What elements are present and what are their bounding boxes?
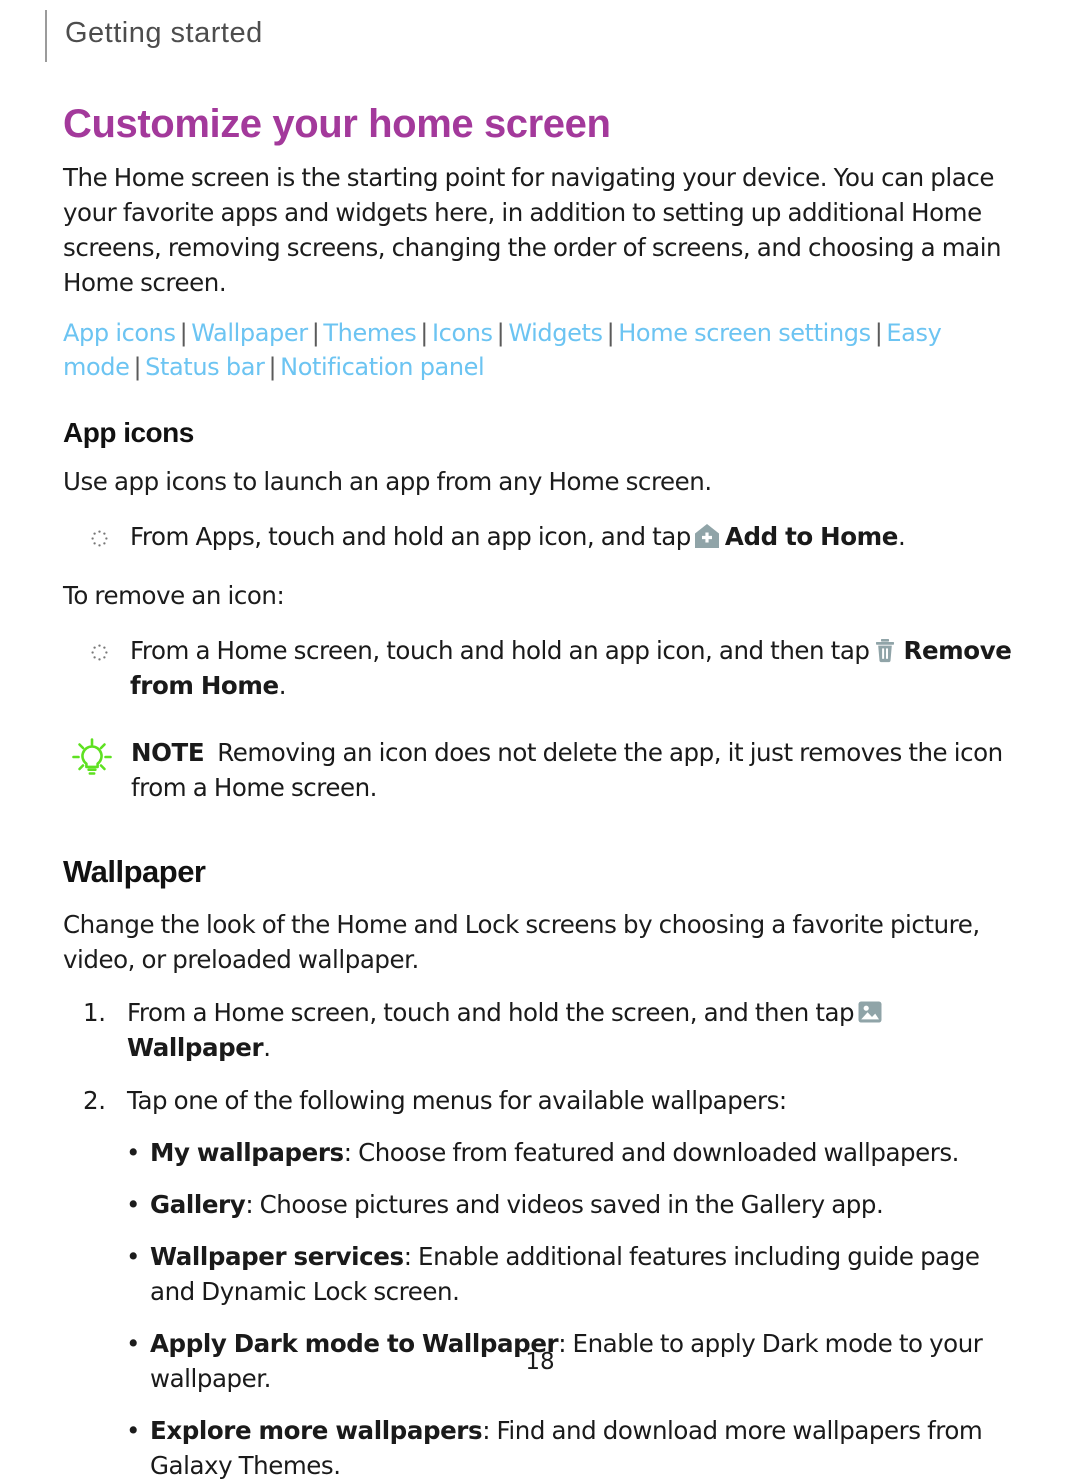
add-to-home-icon: [693, 522, 721, 550]
numbered-list-item-text: From a Home screen, touch and hold the s…: [127, 995, 1018, 1065]
step-add-post-text: .: [898, 522, 906, 551]
link-widgets[interactable]: Widgets: [508, 319, 603, 347]
step-remove-post-text: .: [278, 671, 287, 700]
link-themes[interactable]: Themes: [323, 319, 416, 347]
list-item-text: My wallpapers: Choose from featured and …: [150, 1135, 1018, 1170]
remove-icon-intro: To remove an icon:: [63, 581, 285, 610]
link-app-icons[interactable]: App icons: [63, 319, 176, 347]
dotted-circle-bullet-icon: [91, 644, 108, 661]
option-term: Wallpaper services: [150, 1242, 404, 1271]
wallpaper-step1-bold-text: Wallpaper: [127, 1033, 264, 1062]
dotted-circle-bullet-icon: [91, 530, 108, 547]
list-item: From Apps, touch and hold an app icon, a…: [63, 519, 1018, 554]
page-content: The Home screen is the starting point fo…: [63, 160, 1018, 1483]
list-item: • Wallpaper services: Enable additional …: [63, 1239, 1018, 1309]
option-term: Explore more wallpapers: [150, 1416, 483, 1445]
note-callout: NOTE Removing an icon does not delete th…: [63, 735, 1018, 805]
remove-from-home-trash-icon: [871, 636, 899, 664]
option-description: : Choose pictures and videos saved in th…: [245, 1190, 884, 1219]
link-home-screen-settings[interactable]: Home screen settings: [618, 319, 871, 347]
link-separator: |: [311, 319, 320, 347]
section-heading-wallpaper: Wallpaper: [63, 854, 206, 889]
header-accent-rule: [45, 10, 47, 62]
page-number: 18: [525, 1349, 555, 1375]
list-item-text: Gallery: Choose pictures and videos save…: [150, 1187, 1018, 1222]
bullet-icon: •: [126, 1190, 141, 1219]
running-header: Getting started: [45, 10, 263, 62]
link-notification-panel[interactable]: Notification panel: [280, 353, 485, 381]
list-item: • Explore more wallpapers: Find and down…: [63, 1413, 1018, 1483]
list-item: • Gallery: Choose pictures and videos sa…: [63, 1187, 1018, 1222]
running-header-title: Getting started: [65, 17, 263, 49]
link-separator: |: [179, 319, 188, 347]
numbered-list-item: 2. Tap one of the following menus for av…: [63, 1083, 1018, 1118]
link-wallpaper[interactable]: Wallpaper: [191, 319, 308, 347]
step-remove-pre-text: From a Home screen, touch and hold an ap…: [130, 636, 870, 665]
list-item-text: From Apps, touch and hold an app icon, a…: [130, 519, 1018, 554]
wallpaper-picture-icon: [856, 998, 884, 1026]
list-item-text: Wallpaper services: Enable additional fe…: [150, 1239, 1018, 1309]
option-description: : Choose from featured and downloaded wa…: [343, 1138, 960, 1167]
link-separator: |: [133, 353, 142, 381]
option-term: My wallpapers: [150, 1138, 344, 1167]
note-text: NOTE Removing an icon does not delete th…: [131, 735, 1018, 805]
list-item: From a Home screen, touch and hold an ap…: [63, 633, 1018, 703]
link-separator: |: [874, 319, 883, 347]
numbered-list-item-text: Tap one of the following menus for avail…: [127, 1086, 787, 1115]
link-separator: |: [606, 319, 615, 347]
app-icons-intro: Use app icons to launch an app from any …: [63, 467, 712, 496]
lightbulb-icon: [71, 737, 113, 779]
link-icons[interactable]: Icons: [432, 319, 493, 347]
note-body-text: Removing an icon does not delete the app…: [131, 738, 1003, 802]
numbered-list-item: 1. From a Home screen, touch and hold th…: [63, 995, 1018, 1065]
intro-paragraph: The Home screen is the starting point fo…: [63, 163, 1002, 297]
list-number: 2.: [83, 1086, 106, 1115]
section-link-bar: App icons | Wallpaper | Themes | Icons | Widgets…: [63, 316, 963, 384]
document-page: Getting started Customize your home scre…: [0, 0, 1080, 1480]
wallpaper-intro: Change the look of the Home and Lock scr…: [63, 910, 980, 974]
link-separator: |: [420, 319, 428, 347]
list-item-text: From a Home screen, touch and hold an ap…: [130, 633, 1018, 703]
list-item: • My wallpapers: Choose from featured an…: [63, 1135, 1018, 1170]
step-add-pre-text: From Apps, touch and hold an app icon, a…: [130, 522, 691, 551]
note-label: NOTE: [131, 738, 205, 767]
option-term: Gallery: [150, 1190, 246, 1219]
link-separator: |: [268, 353, 277, 381]
step-add-bold-text: Add to Home: [724, 522, 899, 551]
link-separator: |: [496, 319, 505, 347]
section-heading-app-icons: App icons: [63, 417, 194, 448]
bullet-icon: •: [126, 1138, 141, 1167]
bullet-icon: •: [126, 1416, 141, 1445]
page-title: Customize your home screen: [63, 102, 611, 146]
link-status-bar[interactable]: Status bar: [145, 353, 265, 381]
list-number: 1.: [83, 998, 106, 1027]
wallpaper-step1-post-text: .: [263, 1033, 271, 1062]
wallpaper-step1-pre-text: From a Home screen, touch and hold the s…: [127, 998, 855, 1027]
bullet-icon: •: [126, 1242, 141, 1271]
list-item-text: Explore more wallpapers: Find and downlo…: [150, 1413, 1018, 1483]
